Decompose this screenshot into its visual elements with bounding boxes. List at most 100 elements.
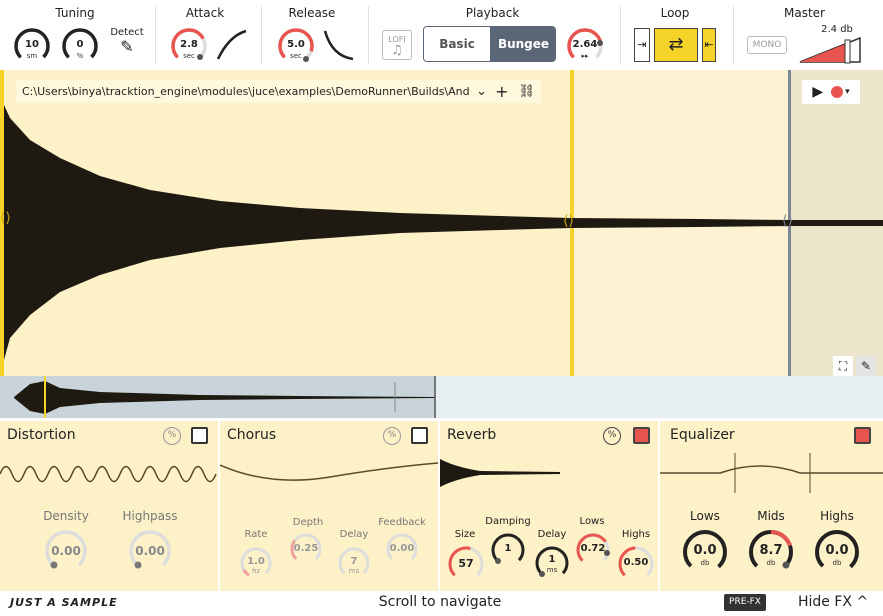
tuning-cents-knob[interactable]: 0 % <box>60 26 100 66</box>
add-icon[interactable]: + <box>495 82 508 101</box>
reverb-highs-knob[interactable]: 0.50 <box>616 544 656 584</box>
playback-speed-knob[interactable]: 2.64 ▸▸ <box>565 26 605 66</box>
eq-highs-value: 0.0 <box>825 543 849 558</box>
fullscreen-icon[interactable]: ⛶ <box>833 356 853 376</box>
distortion-enable-checkbox[interactable] <box>191 427 208 444</box>
loop-toggle-button[interactable]: ⇄ <box>654 28 698 62</box>
equalizer-enable-checkbox[interactable] <box>854 427 871 444</box>
reverb-delay-knob[interactable]: 1 ms <box>533 544 571 582</box>
eq-mids-knob[interactable]: 8.7 db <box>746 527 796 577</box>
loop-start-button[interactable]: ⇥ <box>634 28 650 62</box>
eq-mids-unit: db <box>766 559 776 567</box>
reverb-lows-value: 0.72 <box>580 543 606 554</box>
loop-start-icon: ⇥ <box>637 38 647 51</box>
release-unit: sec <box>290 52 302 60</box>
tuning-cents-unit: % <box>76 52 84 60</box>
density-knob[interactable]: 0.00 <box>42 527 90 575</box>
highpass-value: 0.00 <box>135 544 165 558</box>
feedback-knob[interactable]: 0.00 <box>384 531 420 567</box>
tuning-title: Tuning <box>55 6 95 20</box>
density-label: Density <box>43 509 89 523</box>
sample-end-handle-icon[interactable]: ⟨⟩ <box>782 213 793 229</box>
chorus-delay-knob[interactable]: 7 ms <box>336 545 372 581</box>
reverb-decay-shape <box>440 459 560 487</box>
master-gain-slider[interactable] <box>798 36 864 64</box>
density-value: 0.00 <box>51 544 81 558</box>
detect-button[interactable]: Detect ✎ <box>107 27 147 63</box>
waveform-area[interactable]: ⟨⟩ ⟨⟩ ⟨⟩ C:\Users\binya\tracktion_engine… <box>0 70 883 376</box>
overview-waveform <box>14 376 436 418</box>
tuning-cents-value: 0 <box>76 39 84 50</box>
damping-knob[interactable]: 1 <box>489 531 527 569</box>
chorus-enable-checkbox[interactable] <box>411 427 428 444</box>
mix-icon[interactable]: % <box>383 427 401 445</box>
divider <box>155 6 156 64</box>
distortion-waveform <box>0 465 217 483</box>
equalizer-title: Equalizer <box>670 427 735 443</box>
depth-label: Depth <box>292 517 324 528</box>
attack-knob[interactable]: 2.8 sec <box>169 26 209 66</box>
waveform-shape <box>4 105 883 360</box>
overview-strip[interactable] <box>0 376 883 418</box>
reverb-lows-knob[interactable]: 0.72 <box>574 531 612 569</box>
release-curve-icon <box>323 30 354 61</box>
magic-wand-icon: ✎ <box>120 37 134 56</box>
size-knob[interactable]: 57 <box>446 544 486 584</box>
prefx-button[interactable]: PRE-FX <box>724 594 766 611</box>
chorus-title: Chorus <box>227 427 277 443</box>
highpass-knob[interactable]: 0.00 <box>126 527 174 575</box>
footer: JUST A SAMPLE Scroll to navigate PRE-FX … <box>0 591 883 616</box>
feedback-label: Feedback <box>378 517 426 528</box>
release-value: 5.0 <box>287 39 305 50</box>
link-icon[interactable]: ⛓ <box>518 84 535 99</box>
mono-button[interactable]: MONO <box>747 36 787 54</box>
record-icon[interactable] <box>831 86 844 98</box>
lofi-button[interactable]: LOFI ♫ <box>382 30 412 60</box>
reverb-delay-unit: ms <box>546 566 558 574</box>
reverb-title: Reverb <box>447 427 497 443</box>
eq-lows-unit: db <box>700 559 710 567</box>
loop-end-button[interactable]: ⇤ <box>702 28 716 62</box>
release-title: Release <box>288 6 336 20</box>
hide-fx-button[interactable]: Hide FX ^ <box>798 594 868 610</box>
playback-speed-value: 2.64 <box>572 39 598 50</box>
loop-start-handle-icon[interactable]: ⟨⟩ <box>0 210 11 226</box>
reverb-enable-checkbox[interactable] <box>633 427 650 444</box>
master-gain-value: 2.4 db <box>821 24 853 35</box>
loop-end-handle-icon[interactable]: ⟨⟩ <box>563 213 574 229</box>
reverb-delay-value: 1 <box>548 554 556 565</box>
rate-value: 1.0 <box>247 556 265 567</box>
basic-option[interactable]: Basic <box>424 27 490 61</box>
tuning-semitone-knob[interactable]: 10 sm <box>12 26 52 66</box>
file-path: C:\Users\binya\tracktion_engine\modules\… <box>22 85 471 98</box>
mix-icon[interactable]: % <box>603 427 621 445</box>
rate-knob[interactable]: 1.0 hz <box>238 545 274 581</box>
playback-title: Playback <box>465 6 520 20</box>
eq-highs-knob[interactable]: 0.0 db <box>812 527 862 577</box>
damping-label: Damping <box>485 516 531 527</box>
transport: ▶ ▾ <box>802 80 860 104</box>
rate-label: Rate <box>244 529 268 540</box>
distortion-panel: Distortion % Density 0.00 Highpass 0.00 <box>0 421 218 591</box>
eq-lows-value: 0.0 <box>693 543 717 558</box>
bungee-option[interactable]: Bungee <box>490 27 555 61</box>
pin-icon[interactable]: ✎ <box>856 356 876 376</box>
chevron-down-icon[interactable]: ⌄ <box>476 84 487 99</box>
eq-lows-label: Lows <box>690 509 720 523</box>
reverb-delay-label: Delay <box>537 529 567 540</box>
divider <box>368 6 369 64</box>
release-knob[interactable]: 5.0 sec <box>276 26 316 66</box>
chorus-delay-value: 7 <box>350 556 358 567</box>
chorus-delay-label: Delay <box>339 529 369 540</box>
mix-icon[interactable]: % <box>163 427 181 445</box>
reverb-highs-label: Highs <box>621 529 651 540</box>
size-label: Size <box>454 529 476 540</box>
equalizer-curve <box>660 453 883 493</box>
feedback-value: 0.00 <box>389 543 415 554</box>
playback-mode-toggle[interactable]: Basic Bungee <box>423 26 556 62</box>
eq-lows-knob[interactable]: 0.0 db <box>680 527 730 577</box>
depth-knob[interactable]: 0.25 <box>288 531 324 567</box>
play-icon[interactable]: ▶ <box>812 84 823 100</box>
damping-value: 1 <box>504 543 512 554</box>
equalizer-panel: Equalizer Lows Mids Highs 0.0 db 8.7 db … <box>660 421 883 591</box>
